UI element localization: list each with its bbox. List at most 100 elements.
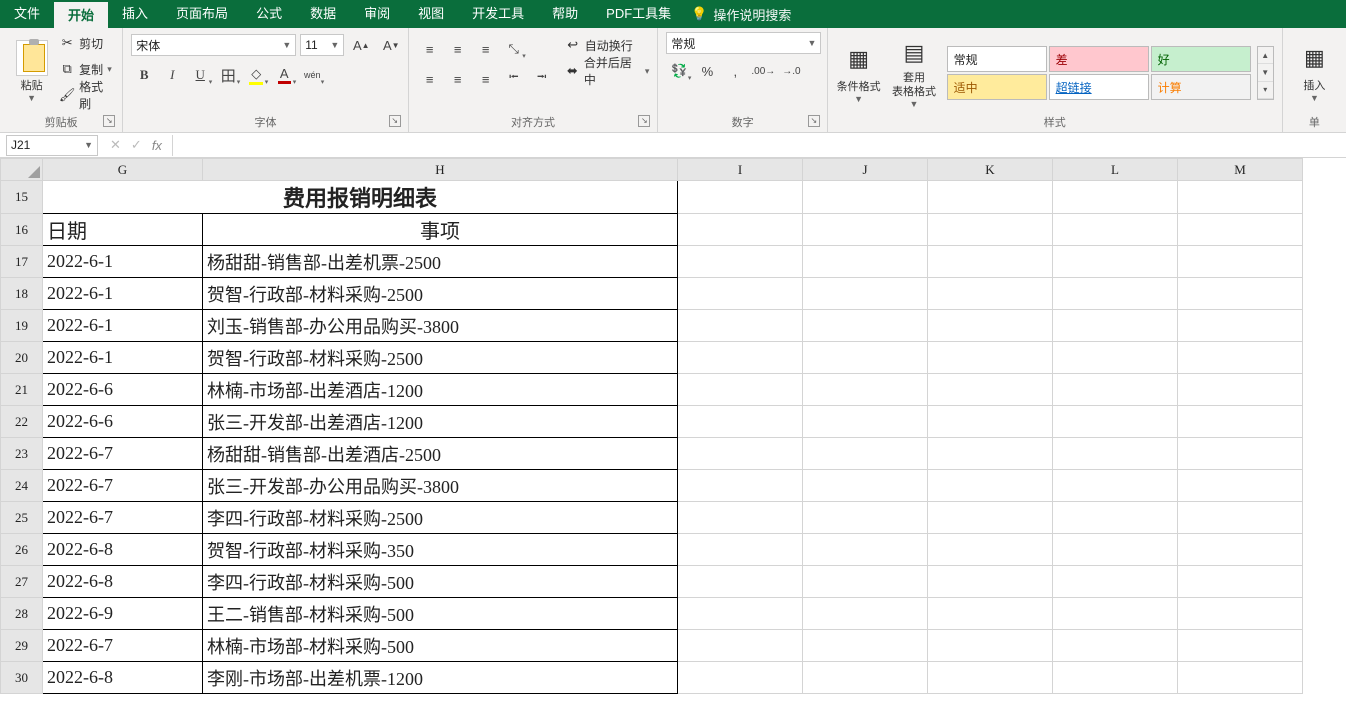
- worksheet[interactable]: GHIJKLM15费用报销明细表16日期事项172022-6-1杨甜甜-销售部-…: [0, 158, 1346, 721]
- cell-M23[interactable]: [1178, 438, 1303, 470]
- cell-J26[interactable]: [803, 534, 928, 566]
- format-painter-button[interactable]: 🖌格式刷: [59, 84, 114, 106]
- cell-I26[interactable]: [678, 534, 803, 566]
- cell-J28[interactable]: [803, 598, 928, 630]
- align-center-button[interactable]: ≡: [445, 67, 471, 91]
- cell-I15[interactable]: [678, 181, 803, 214]
- align-top-button[interactable]: ≡: [417, 37, 443, 61]
- cell-L30[interactable]: [1053, 662, 1178, 694]
- cell-K17[interactable]: [928, 246, 1053, 278]
- cell-L29[interactable]: [1053, 630, 1178, 662]
- style-hyperlink[interactable]: 超链接: [1049, 74, 1149, 100]
- select-all-corner[interactable]: [1, 159, 43, 181]
- cell-I27[interactable]: [678, 566, 803, 598]
- cell-J15[interactable]: [803, 181, 928, 214]
- cell-K22[interactable]: [928, 406, 1053, 438]
- cell-K26[interactable]: [928, 534, 1053, 566]
- cell-H27[interactable]: 李四-行政部-材料采购-500: [203, 566, 678, 598]
- cell-J22[interactable]: [803, 406, 928, 438]
- cut-button[interactable]: ✂剪切: [59, 32, 114, 54]
- cell-J20[interactable]: [803, 342, 928, 374]
- tab-review[interactable]: 审阅: [350, 0, 404, 28]
- enter-formula-icon[interactable]: ✓: [131, 137, 142, 153]
- cell-L25[interactable]: [1053, 502, 1178, 534]
- cell-styles-gallery[interactable]: 常规 差 好 适中 超链接 计算: [947, 46, 1251, 100]
- cell-G18[interactable]: 2022-6-1: [43, 278, 203, 310]
- cell-K28[interactable]: [928, 598, 1053, 630]
- percent-button[interactable]: %: [694, 59, 720, 83]
- col-header-I[interactable]: I: [678, 159, 803, 181]
- cell-L15[interactable]: [1053, 181, 1178, 214]
- decrease-font-button[interactable]: A▼: [378, 33, 404, 57]
- scroll-up-icon[interactable]: ▲: [1258, 47, 1273, 64]
- cell-M16[interactable]: [1178, 214, 1303, 246]
- cell-G29[interactable]: 2022-6-7: [43, 630, 203, 662]
- cell-L19[interactable]: [1053, 310, 1178, 342]
- insert-cells-button[interactable]: ▦插入▼: [1291, 32, 1338, 112]
- cell-L21[interactable]: [1053, 374, 1178, 406]
- cell-H21[interactable]: 林楠-市场部-出差酒店-1200: [203, 374, 678, 406]
- cell-K25[interactable]: [928, 502, 1053, 534]
- col-header-G[interactable]: G: [43, 159, 203, 181]
- cell-G20[interactable]: 2022-6-1: [43, 342, 203, 374]
- cell-H17[interactable]: 杨甜甜-销售部-出差机票-2500: [203, 246, 678, 278]
- cell-I24[interactable]: [678, 470, 803, 502]
- formula-input[interactable]: [172, 135, 1346, 156]
- row-header-18[interactable]: 18: [1, 278, 43, 310]
- cell-M15[interactable]: [1178, 181, 1303, 214]
- row-header-26[interactable]: 26: [1, 534, 43, 566]
- row-header-22[interactable]: 22: [1, 406, 43, 438]
- cell-G26[interactable]: 2022-6-8: [43, 534, 203, 566]
- tell-me-search[interactable]: 💡 操作说明搜索: [691, 5, 791, 24]
- cell-H19[interactable]: 刘玉-销售部-办公用品购买-3800: [203, 310, 678, 342]
- cell-H16[interactable]: 事项: [203, 214, 678, 246]
- phonetic-button[interactable]: wén▾: [299, 63, 325, 87]
- cell-G22[interactable]: 2022-6-6: [43, 406, 203, 438]
- cell-H25[interactable]: 李四-行政部-材料采购-2500: [203, 502, 678, 534]
- cell-M20[interactable]: [1178, 342, 1303, 374]
- cell-M29[interactable]: [1178, 630, 1303, 662]
- accounting-format-button[interactable]: 💱▾: [666, 59, 692, 83]
- cell-title[interactable]: 费用报销明细表: [43, 181, 678, 214]
- cell-I29[interactable]: [678, 630, 803, 662]
- col-header-K[interactable]: K: [928, 159, 1053, 181]
- cell-H18[interactable]: 贺智-行政部-材料采购-2500: [203, 278, 678, 310]
- row-header-23[interactable]: 23: [1, 438, 43, 470]
- style-good[interactable]: 好: [1151, 46, 1251, 72]
- increase-decimal-button[interactable]: .00→: [750, 59, 776, 83]
- tab-data[interactable]: 数据: [296, 0, 350, 28]
- italic-button[interactable]: I: [159, 63, 185, 87]
- cell-J17[interactable]: [803, 246, 928, 278]
- cell-I30[interactable]: [678, 662, 803, 694]
- cell-G21[interactable]: 2022-6-6: [43, 374, 203, 406]
- row-header-30[interactable]: 30: [1, 662, 43, 694]
- cell-J27[interactable]: [803, 566, 928, 598]
- cell-J29[interactable]: [803, 630, 928, 662]
- cell-M30[interactable]: [1178, 662, 1303, 694]
- tab-home[interactable]: 开始: [54, 0, 108, 28]
- col-header-H[interactable]: H: [203, 159, 678, 181]
- style-neutral[interactable]: 适中: [947, 74, 1047, 100]
- cell-I20[interactable]: [678, 342, 803, 374]
- cell-I21[interactable]: [678, 374, 803, 406]
- row-header-28[interactable]: 28: [1, 598, 43, 630]
- paste-button[interactable]: 粘贴 ▼: [8, 32, 55, 112]
- cell-K21[interactable]: [928, 374, 1053, 406]
- cell-G19[interactable]: 2022-6-1: [43, 310, 203, 342]
- cell-I16[interactable]: [678, 214, 803, 246]
- row-header-16[interactable]: 16: [1, 214, 43, 246]
- align-middle-button[interactable]: ≡: [445, 37, 471, 61]
- cancel-formula-icon[interactable]: ✕: [110, 137, 121, 153]
- cell-J24[interactable]: [803, 470, 928, 502]
- cell-L18[interactable]: [1053, 278, 1178, 310]
- underline-button[interactable]: U▾: [187, 63, 213, 87]
- cell-L23[interactable]: [1053, 438, 1178, 470]
- cell-H23[interactable]: 杨甜甜-销售部-出差酒店-2500: [203, 438, 678, 470]
- conditional-format-button[interactable]: ▦条件格式▼: [836, 33, 882, 113]
- cell-G28[interactable]: 2022-6-9: [43, 598, 203, 630]
- cell-K16[interactable]: [928, 214, 1053, 246]
- align-left-button[interactable]: ≡: [417, 67, 443, 91]
- wrap-text-button[interactable]: ↩自动换行: [565, 34, 650, 56]
- cell-J23[interactable]: [803, 438, 928, 470]
- increase-font-button[interactable]: A▲: [348, 33, 374, 57]
